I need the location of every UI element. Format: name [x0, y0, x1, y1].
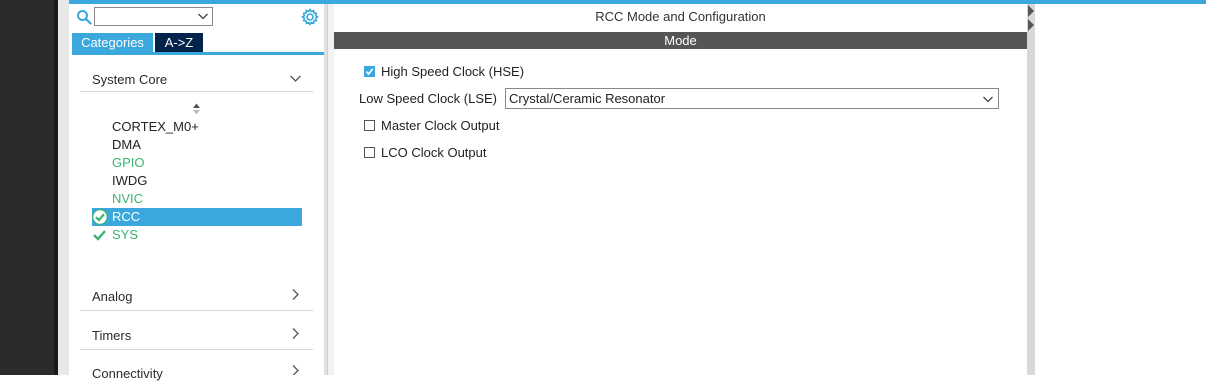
- tree-item-rcc[interactable]: RCC: [92, 208, 302, 226]
- tree-item-nvic[interactable]: NVIC: [92, 190, 302, 208]
- category-timers[interactable]: Timers: [92, 328, 131, 343]
- lse-label: Low Speed Clock (LSE): [359, 91, 498, 106]
- divider: [80, 91, 313, 92]
- tree-item-label: CORTEX_M0+: [112, 119, 199, 134]
- tree-item-label: IWDG: [112, 173, 148, 188]
- lse-select[interactable]: Crystal/Ceramic Resonator: [505, 88, 999, 109]
- tab-underline: [72, 52, 324, 55]
- tree-item-gpio[interactable]: GPIO: [92, 154, 302, 172]
- tree-item-dma[interactable]: DMA: [92, 136, 302, 154]
- section-header-mode: Mode: [334, 32, 1027, 49]
- chevron-down-icon[interactable]: [197, 10, 209, 22]
- search-combo[interactable]: [94, 7, 213, 26]
- category-connectivity[interactable]: Connectivity: [92, 366, 163, 381]
- tab-categories[interactable]: Categories: [72, 33, 153, 52]
- check-icon: [365, 68, 374, 76]
- hse-checkbox[interactable]: [364, 66, 375, 77]
- gutter: [58, 0, 69, 375]
- lse-select-value: Crystal/Ceramic Resonator: [509, 91, 666, 106]
- hse-label: High Speed Clock (HSE): [381, 64, 525, 79]
- search-icon[interactable]: [76, 9, 92, 25]
- gear-icon[interactable]: [301, 8, 319, 26]
- collapse-arrow-icon[interactable]: [1027, 18, 1035, 32]
- mco-checkbox[interactable]: [364, 120, 375, 131]
- check-circle-icon: [92, 209, 108, 225]
- tree-item-label: RCC: [112, 209, 141, 224]
- panel-splitter-handle[interactable]: [327, 4, 334, 375]
- tree-item-label: GPIO: [112, 155, 145, 170]
- tree-item-label: SYS: [112, 227, 139, 242]
- collapse-arrow-icon[interactable]: [1027, 4, 1035, 18]
- chevron-right-icon[interactable]: [289, 288, 301, 301]
- chevron-right-icon[interactable]: [289, 364, 301, 375]
- lco-checkbox[interactable]: [364, 147, 375, 158]
- window-left-edge: [0, 0, 54, 375]
- chevron-down-icon[interactable]: [289, 72, 302, 85]
- page-title: RCC Mode and Configuration: [595, 9, 766, 24]
- configuration-area: [1035, 4, 1206, 375]
- check-icon: [93, 230, 106, 241]
- splitter-right[interactable]: [1027, 4, 1035, 375]
- chevron-right-icon[interactable]: [289, 327, 301, 340]
- divider: [80, 310, 313, 311]
- divider: [80, 349, 313, 350]
- mco-label: Master Clock Output: [381, 118, 500, 133]
- tab-a-to-z[interactable]: A->Z: [155, 33, 203, 52]
- chevron-down-icon[interactable]: [982, 93, 994, 105]
- tree-item-iwdg[interactable]: IWDG: [92, 172, 302, 190]
- tree-item-sys[interactable]: SYS: [92, 226, 302, 244]
- tree-item-label: NVIC: [112, 191, 144, 206]
- sort-arrows-icon[interactable]: [192, 103, 201, 115]
- lco-label: LCO Clock Output: [381, 145, 487, 160]
- category-analog[interactable]: Analog: [92, 289, 132, 304]
- tree-item-cortex-m0[interactable]: CORTEX_M0+: [92, 118, 302, 136]
- tree-item-label: DMA: [112, 137, 141, 152]
- category-system-core[interactable]: System Core: [92, 72, 167, 87]
